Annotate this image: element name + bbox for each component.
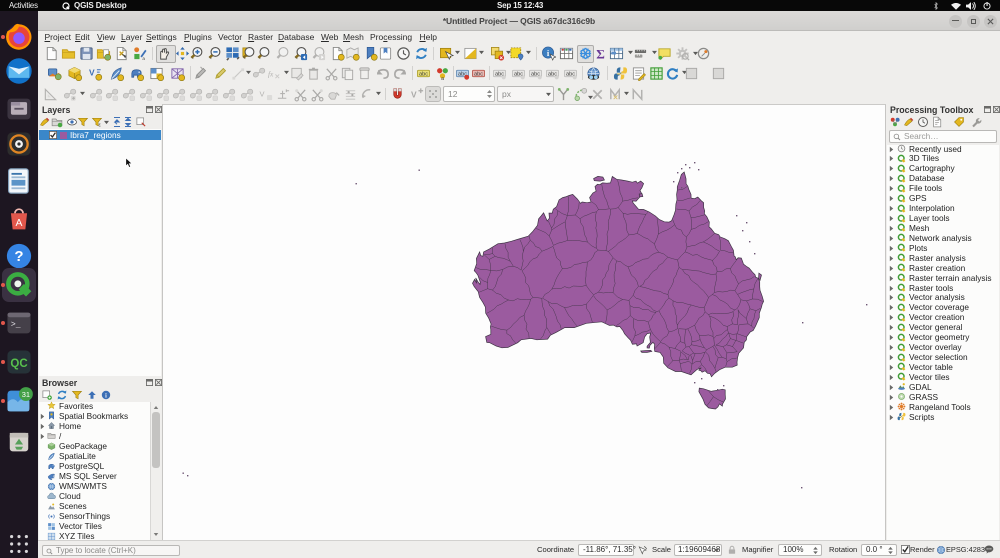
svg-text:fx: fx <box>267 69 273 78</box>
svg-text:?: ? <box>14 248 23 265</box>
svg-text:>_: >_ <box>11 320 21 329</box>
svg-text:abc: abc <box>473 72 482 78</box>
svg-text:Σ: Σ <box>596 47 605 61</box>
svg-text:QC: QC <box>10 358 27 370</box>
svg-text:V: V <box>259 89 264 98</box>
svg-text:a: a <box>441 76 444 81</box>
svg-text:A: A <box>16 218 23 229</box>
svg-text:V: V <box>410 89 416 99</box>
svg-text:V: V <box>88 67 94 77</box>
svg-text:abc: abc <box>418 72 427 78</box>
svg-text:ε: ε <box>99 123 102 129</box>
svg-text:31: 31 <box>22 390 30 399</box>
svg-text:a: a <box>142 56 145 61</box>
